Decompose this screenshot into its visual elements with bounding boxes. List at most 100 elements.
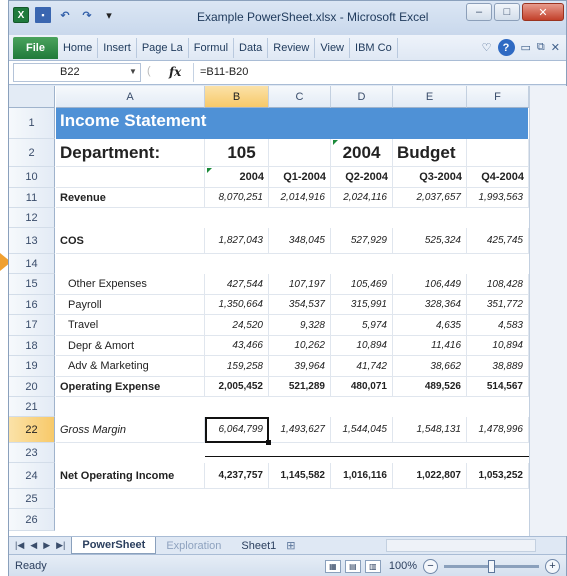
data-cell[interactable]: 38,889: [467, 356, 529, 377]
cell[interactable]: [467, 139, 529, 167]
zoom-slider[interactable]: [444, 559, 539, 573]
row-label[interactable]: Adv & Marketing: [56, 356, 205, 377]
row-label[interactable]: Gross Margin: [56, 417, 205, 443]
row-header[interactable]: 15: [9, 274, 55, 295]
data-cell[interactable]: 525,324: [393, 228, 467, 254]
tab-home[interactable]: Home: [58, 37, 99, 58]
tab-page-layout[interactable]: Page La: [137, 37, 189, 58]
data-cell[interactable]: 8,070,251: [205, 188, 269, 208]
vertical-scrollbar[interactable]: [529, 86, 567, 536]
tab-review[interactable]: Review: [268, 37, 316, 58]
data-cell[interactable]: 1,827,043: [205, 228, 269, 254]
row-label[interactable]: Revenue: [56, 188, 205, 208]
data-cell[interactable]: 427,544: [205, 274, 269, 295]
row-header[interactable]: 20: [9, 377, 55, 397]
save-icon[interactable]: ▪: [35, 7, 51, 23]
data-cell[interactable]: 43,466: [205, 336, 269, 356]
redo-icon[interactable]: ↷: [79, 7, 95, 23]
data-cell[interactable]: 1,478,996: [467, 417, 529, 443]
row-header[interactable]: 14: [9, 254, 55, 274]
data-cell[interactable]: 11,416: [393, 336, 467, 356]
page-break-view-icon[interactable]: ▥: [364, 559, 381, 573]
data-cell[interactable]: 527,929: [331, 228, 393, 254]
next-sheet-icon[interactable]: ▶: [43, 540, 50, 551]
sheet-tab-powersheet[interactable]: PowerSheet: [71, 537, 157, 554]
row-header[interactable]: 22: [9, 417, 55, 443]
close-workbook-icon[interactable]: ✕: [551, 41, 560, 54]
help-icon[interactable]: ?: [497, 39, 515, 56]
data-cell[interactable]: 348,045: [269, 228, 331, 254]
insert-sheet-icon[interactable]: ⊞: [286, 539, 295, 552]
prev-sheet-icon[interactable]: ◀: [30, 540, 37, 551]
row-label[interactable]: Net Operating Income: [56, 463, 205, 489]
select-all-corner[interactable]: [9, 86, 55, 108]
department-label[interactable]: Department:: [56, 139, 205, 167]
close-button[interactable]: ✕: [522, 3, 564, 21]
data-cell[interactable]: 480,071: [331, 377, 393, 397]
minimize-button[interactable]: –: [466, 3, 492, 21]
row-header[interactable]: 26: [9, 509, 55, 531]
insert-function-icon[interactable]: fx: [169, 65, 181, 79]
data-cell[interactable]: 1,493,627: [269, 417, 331, 443]
data-cell[interactable]: 1,022,807: [393, 463, 467, 489]
tab-ibm-cognos[interactable]: IBM Co: [350, 37, 398, 58]
selected-cell-b22[interactable]: 6,064,799: [205, 417, 269, 443]
data-cell[interactable]: 514,567: [467, 377, 529, 397]
name-box[interactable]: B22: [13, 63, 141, 82]
chevron-down-icon[interactable]: ▼: [129, 67, 137, 76]
zoom-slider-thumb[interactable]: [488, 559, 495, 573]
row-header[interactable]: 16: [9, 295, 55, 315]
customize-qat-icon[interactable]: ▾: [101, 7, 117, 23]
data-cell[interactable]: 107,197: [269, 274, 331, 295]
data-cell[interactable]: 5,974: [331, 315, 393, 336]
tab-data[interactable]: Data: [234, 37, 269, 58]
period-header[interactable]: Q1-2004: [269, 167, 331, 188]
data-cell[interactable]: 1,016,116: [331, 463, 393, 489]
row-header[interactable]: 13: [9, 228, 55, 254]
row-header[interactable]: 1: [9, 108, 55, 139]
maximize-button[interactable]: □: [494, 3, 520, 21]
row-label[interactable]: Depr & Amort: [56, 336, 205, 356]
row-header[interactable]: 23: [9, 443, 55, 463]
row-header[interactable]: 21: [9, 397, 55, 417]
data-cell[interactable]: 354,537: [269, 295, 331, 315]
restore-workbook-icon[interactable]: ⧉: [537, 41, 545, 54]
normal-view-icon[interactable]: ▦: [324, 559, 341, 573]
data-cell[interactable]: 106,449: [393, 274, 467, 295]
data-cell[interactable]: 1,993,563: [467, 188, 529, 208]
tab-view[interactable]: View: [315, 37, 351, 58]
sheet-tab-exploration[interactable]: Exploration: [156, 537, 231, 554]
last-sheet-icon[interactable]: ▶|: [56, 540, 65, 551]
zoom-in-button[interactable]: +: [545, 558, 560, 574]
data-cell[interactable]: 9,328: [269, 315, 331, 336]
zoom-out-button[interactable]: −: [423, 558, 438, 574]
data-cell[interactable]: 159,258: [205, 356, 269, 377]
scenario-value[interactable]: Budget: [393, 139, 467, 167]
excel-app-icon[interactable]: X: [13, 7, 29, 23]
data-cell[interactable]: 328,364: [393, 295, 467, 315]
data-cell[interactable]: 4,583: [467, 315, 529, 336]
row-header[interactable]: 17: [9, 315, 55, 336]
data-cell[interactable]: 10,894: [467, 336, 529, 356]
zoom-level[interactable]: 100%: [389, 560, 417, 572]
row-header[interactable]: 2: [9, 139, 55, 167]
row-header[interactable]: 11: [9, 188, 55, 208]
minimize-workbook-icon[interactable]: ▭: [521, 41, 531, 54]
row-header[interactable]: 25: [9, 489, 55, 509]
data-cell[interactable]: 1,548,131: [393, 417, 467, 443]
data-cell[interactable]: 24,520: [205, 315, 269, 336]
data-cell[interactable]: 1,145,582: [269, 463, 331, 489]
period-header[interactable]: 2004: [205, 167, 269, 188]
undo-icon[interactable]: ↶: [57, 7, 73, 23]
row-header[interactable]: 10: [9, 167, 55, 188]
data-cell[interactable]: 2,005,452: [205, 377, 269, 397]
sheet-tab-sheet1[interactable]: Sheet1: [231, 537, 286, 554]
formula-cancel-icon[interactable]: (: [147, 65, 151, 77]
column-header-c[interactable]: C: [269, 86, 331, 108]
cell[interactable]: [269, 139, 331, 167]
data-cell[interactable]: 39,964: [269, 356, 331, 377]
first-sheet-icon[interactable]: |◀: [15, 540, 24, 551]
tab-insert[interactable]: Insert: [98, 37, 137, 58]
row-header[interactable]: 12: [9, 208, 55, 228]
fill-handle[interactable]: [266, 440, 271, 445]
